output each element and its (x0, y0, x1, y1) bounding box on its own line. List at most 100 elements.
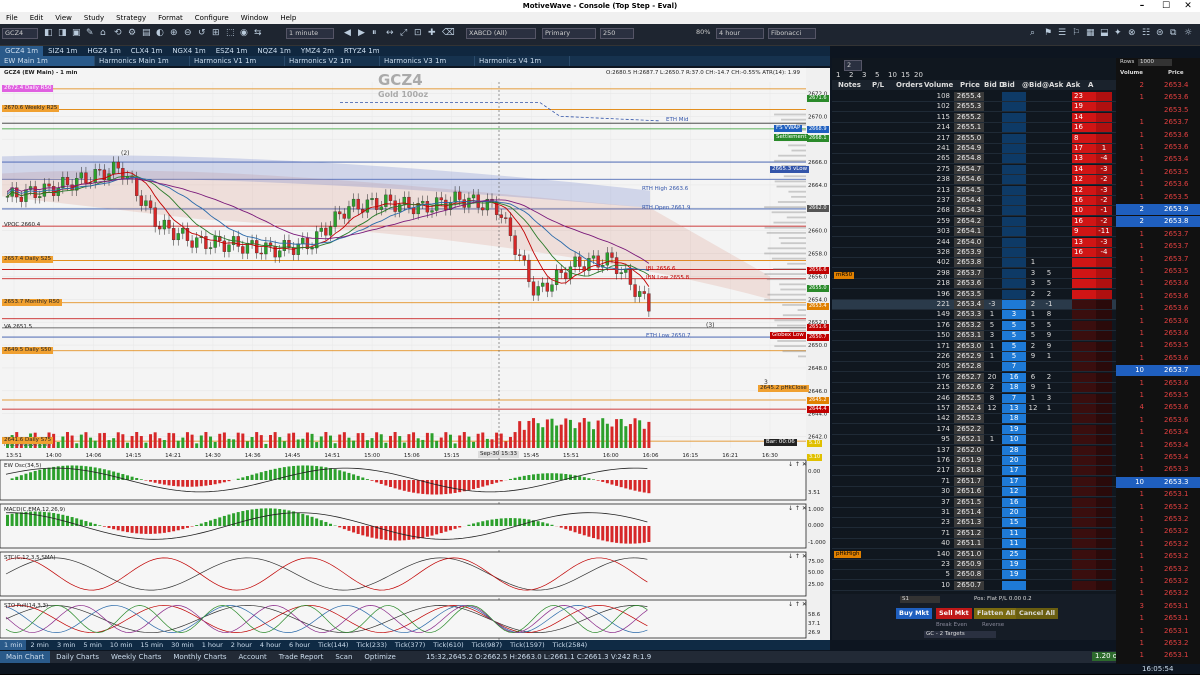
dom-bid[interactable]: 13 (1002, 404, 1026, 413)
dom-ask[interactable] (1072, 352, 1096, 361)
menu-view[interactable]: View (49, 12, 78, 24)
dom-ask[interactable]: 16 (1072, 248, 1096, 257)
interval-tab-tick-610-[interactable]: Tick(610) (429, 640, 467, 650)
menu-format[interactable]: Format (152, 12, 189, 24)
interval-tab-15-min[interactable]: 15 min (136, 640, 167, 650)
dom-row[interactable]: 1022655.319 (832, 102, 1116, 112)
interval-tab-6-hour[interactable]: 6 hour (285, 640, 314, 650)
dom-bid[interactable] (1002, 154, 1026, 163)
menu-study[interactable]: Study (78, 12, 110, 24)
dom-ask[interactable] (1072, 342, 1096, 351)
interval-tab-tick-144-[interactable]: Tick(144) (314, 640, 352, 650)
dom-ask[interactable] (1072, 560, 1096, 569)
chart-area[interactable]: 2672.02670.02668.02666.02664.02662.02660… (0, 68, 830, 640)
dom-row[interactable]: 402651.111 (832, 539, 1116, 549)
toolbar-tool-c0-icon[interactable]: ⌕ (1030, 28, 1035, 38)
dom-row[interactable]: 1712653.01529 (832, 342, 1116, 352)
dom-ask[interactable]: 16 (1072, 123, 1096, 132)
subtab-harmonics-v3-1m[interactable]: Harmonics V3 1m (380, 56, 475, 66)
toolbar-tool-b1-icon[interactable]: ▶ (358, 28, 365, 38)
rows-input[interactable]: 1000 (1138, 59, 1172, 66)
tab-rtyz4-1m[interactable]: RTYZ4 1m (339, 46, 385, 56)
dom-bid[interactable]: 7 (1002, 362, 1026, 371)
toolbar-tool-3-icon[interactable]: ✎ (86, 28, 94, 38)
subtab-harmonics-v4-1m[interactable]: Harmonics V4 1m (475, 56, 570, 66)
toolbar-tool-10-icon[interactable]: ⊖ (184, 28, 192, 38)
dom-ask[interactable] (1072, 300, 1096, 309)
dom-ask[interactable]: 12 (1072, 186, 1096, 195)
dom-row[interactable]: 2212653.4-32-1 (832, 300, 1116, 310)
dom-ask[interactable]: 8 (1072, 134, 1096, 143)
dom-row[interactable]: 1152655.214 (832, 113, 1116, 123)
dom-row[interactable]: 2172655.08 (832, 134, 1116, 144)
interval-tab-2-min[interactable]: 2 min (26, 640, 52, 650)
toolbar-tool-13-icon[interactable]: ⬚ (226, 28, 235, 38)
indicator-controls-icon[interactable]: ↓ ↑ ✕ (788, 505, 807, 512)
dom-bid[interactable] (1002, 258, 1026, 267)
subtab-ew-main-1m[interactable]: EW Main 1m (0, 56, 95, 66)
dom-ask[interactable] (1072, 279, 1096, 288)
maximize-button[interactable]: ☐ (1154, 0, 1178, 12)
toolbar-tool-11-icon[interactable]: ↺ (198, 28, 206, 38)
dom-row[interactable]: 1762652.7201662 (832, 373, 1116, 383)
dom-col-p-l[interactable]: P/L (872, 81, 884, 89)
dom-row[interactable]: 1372652.028 (832, 446, 1116, 456)
dom-col-volume[interactable]: Volume (924, 81, 953, 89)
dom-bid[interactable]: 19 (1002, 560, 1026, 569)
dom-ask[interactable] (1072, 404, 1096, 413)
buy-market-button[interactable]: Buy Mkt (896, 608, 932, 619)
dom-row[interactable]: 2412654.9171 (832, 144, 1116, 154)
dom-row[interactable]: 2982653.735 (832, 269, 1116, 279)
dom-ask[interactable] (1072, 258, 1096, 267)
toolbar-tool-b0-icon[interactable]: ◀ (344, 28, 351, 38)
toolbar-tool-7-icon[interactable]: ▤ (142, 28, 151, 38)
dom-zoom-15[interactable]: 15 (901, 71, 914, 79)
dom-bid[interactable]: 7 (1002, 394, 1026, 403)
dom-ask[interactable] (1072, 373, 1096, 382)
dom-row[interactable]: 52650.819 (832, 570, 1116, 580)
dom-bid[interactable] (1002, 134, 1026, 143)
dom-bid[interactable] (1002, 279, 1026, 288)
dom-bid[interactable]: 11 (1002, 529, 1026, 538)
dom-bid[interactable] (1002, 227, 1026, 236)
tab-hgz4-1m[interactable]: HGZ4 1m (82, 46, 125, 56)
dom-bid[interactable]: 16 (1002, 373, 1026, 382)
toolbar-tool-c5-icon[interactable]: ⬓ (1100, 28, 1109, 38)
toolbar-tool-12-icon[interactable]: ⊞ (212, 28, 220, 38)
dom-bid[interactable]: 5 (1002, 342, 1026, 351)
tab-nqz4-1m[interactable]: NQZ4 1m (252, 46, 296, 56)
toolbar-tool-c6-icon[interactable]: ✦ (1114, 28, 1122, 38)
dom-row[interactable]: 1502653.13559 (832, 331, 1116, 341)
dom-col-price[interactable]: Price (960, 81, 980, 89)
status-tab-daily-charts[interactable]: Daily Charts (50, 651, 105, 663)
drawing-tool-select[interactable]: Fibonacci (768, 28, 816, 39)
dom-ask[interactable] (1072, 383, 1096, 392)
targets-select[interactable]: GC - 2 Targets (924, 631, 996, 638)
dom-ask[interactable] (1072, 310, 1096, 319)
dom-col-@ask[interactable]: @Ask (1042, 81, 1063, 89)
toolbar-tool-0-icon[interactable]: ◧ (44, 28, 53, 38)
dom-bid[interactable]: 20 (1002, 508, 1026, 517)
dom-ask[interactable] (1072, 425, 1096, 434)
dom-ask[interactable]: 9 (1072, 227, 1096, 236)
dom-bid[interactable]: 18 (1002, 414, 1026, 423)
dom-row[interactable]: 2152652.621891 (832, 383, 1116, 393)
dom-row[interactable]: 1082655.423 (832, 92, 1116, 102)
dom-ask[interactable]: 14 (1072, 165, 1096, 174)
dom-spin-input[interactable]: 2 (844, 60, 862, 71)
status-tab-scan[interactable]: Scan (329, 651, 358, 663)
dom-bid[interactable] (1002, 144, 1026, 153)
toolbar-tool-b6-icon[interactable]: ✚ (428, 28, 436, 38)
bar-type-select[interactable]: Primary (542, 28, 596, 39)
dom-ask[interactable]: 16 (1072, 217, 1096, 226)
interval-tab-1-min[interactable]: 1 min (0, 640, 26, 650)
dom-zoom-20[interactable]: 20 (914, 71, 927, 79)
status-tab-optimize[interactable]: Optimize (358, 651, 401, 663)
menu-window[interactable]: Window (235, 12, 275, 24)
account-field[interactable]: S1 (900, 596, 940, 603)
bars-input[interactable]: 250 (600, 28, 634, 39)
dom-bid[interactable] (1002, 217, 1026, 226)
toolbar-tool-c7-icon[interactable]: ⊗ (1128, 28, 1136, 38)
dom-row[interactable]: 102650.7 (832, 581, 1116, 591)
dom-bid[interactable] (1002, 248, 1026, 257)
